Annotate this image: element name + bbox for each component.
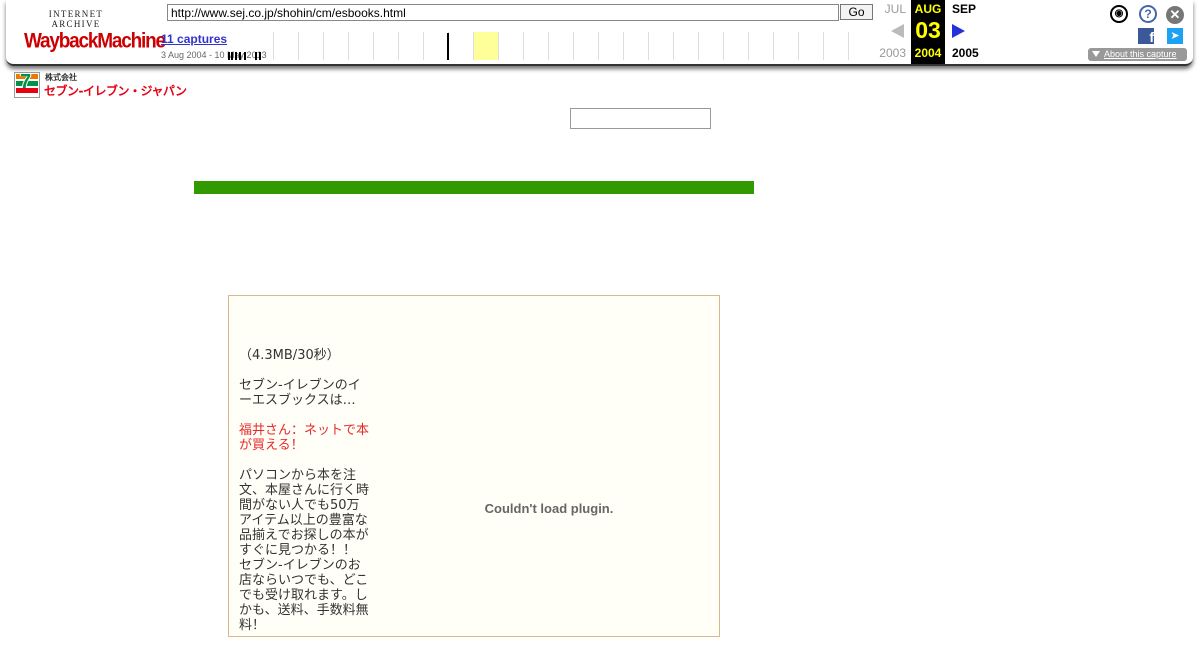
wayback-logo-main: WaybackMachine: [24, 29, 166, 53]
body-text-2: セブン-イレブンのお店ならいつでも、どこでも受け取れます。しかも、送料、手数料無…: [239, 558, 369, 633]
capture-tick: [228, 52, 230, 60]
current-month: AUG: [914, 2, 942, 16]
wayback-url-input[interactable]: [167, 4, 839, 21]
year-column[interactable]: [748, 32, 773, 60]
year-column[interactable]: [798, 32, 823, 60]
capture-tick: [239, 52, 241, 60]
file-size-note: （4.3MB/30秒）: [239, 348, 340, 363]
seven-eleven-logo[interactable]: 7 株式会社 セブン-イレブン・ジャパン: [14, 71, 187, 98]
green-header-bar: [194, 181, 754, 194]
intro-text: セブン-イレブンのイーエスブックスは…: [239, 378, 361, 408]
year-column[interactable]: [723, 32, 748, 60]
year-column[interactable]: [348, 32, 373, 60]
site-search-input[interactable]: [570, 108, 711, 129]
current-year: 2004: [914, 46, 942, 60]
captures-link[interactable]: 11 captures: [161, 32, 227, 46]
about-capture-button[interactable]: About this capture: [1088, 48, 1187, 61]
body-text-1: パソコンから本を注文、本屋さんに行く時間がない人でも50万アイテム以上の豊富な品…: [239, 468, 370, 558]
capture-tick: [244, 52, 246, 60]
year-column[interactable]: [648, 32, 673, 60]
year-column[interactable]: [448, 32, 473, 60]
year-column[interactable]: [548, 32, 573, 60]
facebook-icon[interactable]: f: [1138, 28, 1154, 44]
year-column[interactable]: [298, 32, 323, 60]
prev-year-label[interactable]: 2003: [876, 46, 906, 60]
year-column[interactable]: [673, 32, 698, 60]
description-column: （4.3MB/30秒） セブン-イレブンのイーエスブックスは… 福井さん：ネット…: [239, 348, 371, 648]
year-column[interactable]: [573, 32, 598, 60]
capture-tick: [255, 52, 257, 60]
wayback-logo[interactable]: INTERNET ARCHIVE WaybackMachine: [24, 9, 166, 53]
current-capture-date: AUG 03 2004: [911, 0, 945, 64]
year-column[interactable]: [848, 32, 873, 60]
capture-tick: [235, 52, 237, 60]
year-column[interactable]: [773, 32, 798, 60]
dropdown-triangle-icon: [1092, 51, 1100, 57]
prev-capture-arrow-icon[interactable]: [891, 24, 904, 38]
user-icon[interactable]: ◉: [1110, 5, 1128, 23]
next-year-label[interactable]: 2005: [952, 46, 979, 60]
year-column[interactable]: [823, 32, 848, 60]
wayback-toolbar: INTERNET ARCHIVE WaybackMachine Go 11 ca…: [6, 0, 1193, 66]
plugin-error-message: Couldn't load plugin.: [484, 501, 614, 516]
twitter-icon[interactable]: ➤: [1167, 28, 1183, 44]
close-icon[interactable]: ✕: [1166, 6, 1184, 24]
year-column[interactable]: [423, 32, 448, 60]
year-column[interactable]: [598, 32, 623, 60]
current-day: 03: [915, 17, 941, 43]
capture-date-range: 3 Aug 2004 - 10 May 2013: [161, 50, 267, 60]
year-column[interactable]: [623, 32, 648, 60]
prev-month-label[interactable]: JUL: [876, 2, 906, 16]
about-capture-label: About this capture: [1104, 49, 1177, 59]
seven-eleven-mark-icon: 7: [14, 71, 40, 98]
capture-tick: [231, 52, 233, 60]
capture-tick: [259, 52, 261, 60]
year-column[interactable]: [498, 32, 523, 60]
help-icon[interactable]: ?: [1139, 5, 1157, 23]
year-column[interactable]: [523, 32, 548, 60]
capture-tick: [447, 33, 449, 60]
next-month-label[interactable]: SEP: [952, 2, 976, 16]
logo-company-name: セブン-イレブン・ジャパン: [44, 84, 187, 98]
year-column[interactable]: [323, 32, 348, 60]
wayback-logo-top: INTERNET ARCHIVE: [48, 9, 104, 29]
wayback-go-button[interactable]: Go: [840, 4, 873, 20]
year-column[interactable]: [398, 32, 423, 60]
year-column[interactable]: [473, 32, 498, 60]
capture-sparkline[interactable]: [228, 32, 873, 60]
year-column[interactable]: [373, 32, 398, 60]
next-capture-arrow-icon[interactable]: [952, 24, 965, 38]
year-column[interactable]: [698, 32, 723, 60]
year-column[interactable]: [273, 32, 298, 60]
highlight-link[interactable]: 福井さん：ネットで本が買える！: [239, 423, 371, 453]
content-panel: （4.3MB/30秒） セブン-イレブンのイーエスブックスは… 福井さん：ネット…: [228, 295, 720, 637]
